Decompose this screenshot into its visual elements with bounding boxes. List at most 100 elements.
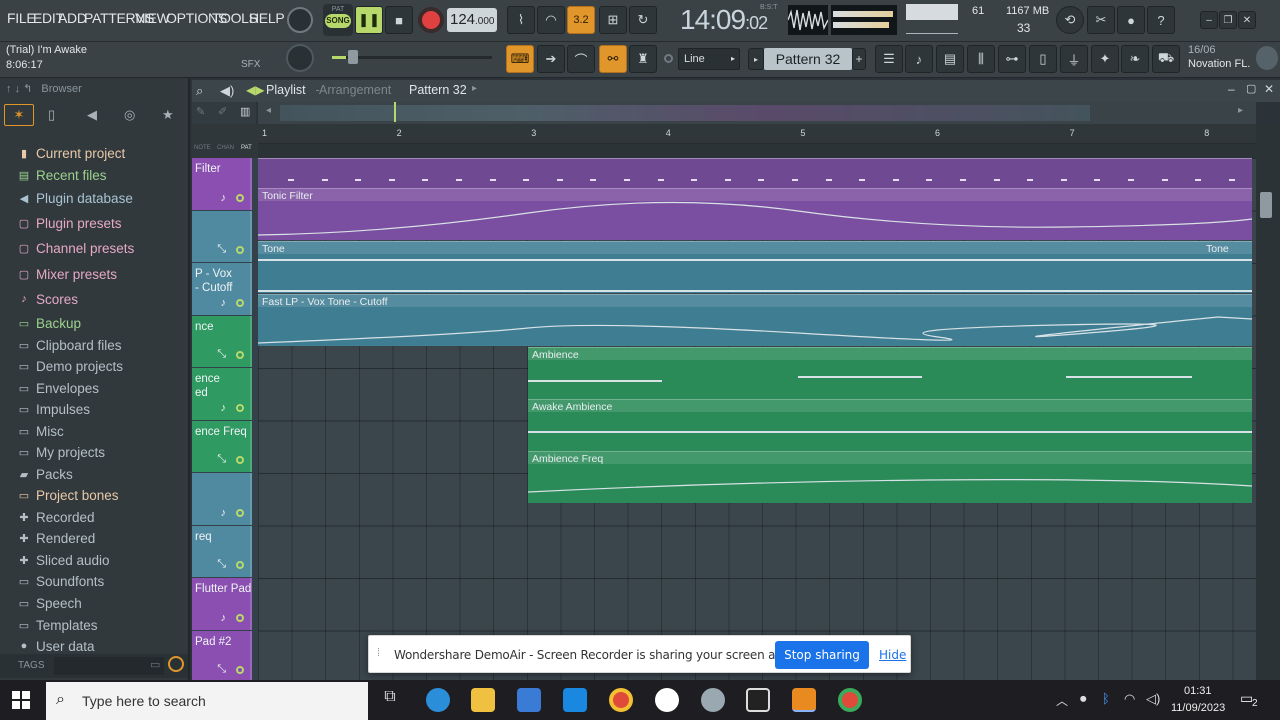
scroll-left-icon[interactable]: ◂ — [266, 105, 278, 121]
browser-item[interactable]: ▢ Channel presets — [18, 238, 135, 258]
zoom-icon[interactable]: ⌕ — [196, 83, 203, 99]
tools-icon[interactable]: ✦ — [1091, 45, 1119, 73]
loop-record-icon[interactable]: ↻ — [629, 6, 657, 34]
cut-icon[interactable]: ✂ — [1087, 6, 1115, 34]
channel-rack-icon[interactable]: ▤ — [936, 45, 964, 73]
browser-item[interactable]: ▭ Clipboard files — [18, 335, 122, 355]
browser-item[interactable]: ▭ Impulses — [18, 399, 90, 419]
browser-item[interactable]: ▭ Demo projects — [18, 356, 123, 376]
plugin-plug-icon[interactable]: ⏚ — [1060, 45, 1088, 73]
browser-item[interactable]: ✚ Sliced audio — [18, 550, 109, 570]
play-pattern-icon[interactable]: ◀▶ — [246, 83, 264, 97]
menu-add[interactable]: ADD — [58, 10, 87, 26]
snap-select[interactable]: Line ▸ — [678, 48, 740, 70]
track-mute-led-icon[interactable] — [236, 613, 244, 622]
stop-button[interactable]: ■ — [385, 6, 413, 34]
browser-tree-icon[interactable]: ⊶ — [998, 45, 1026, 73]
playlist-mode[interactable]: Arrangement — [319, 83, 391, 97]
piano-icon[interactable]: ▥ — [240, 105, 250, 118]
project-file-icon[interactable]: ▯ — [1029, 45, 1057, 73]
minimize-icon[interactable]: – — [1200, 11, 1218, 29]
browser-item[interactable]: ● User data — [18, 636, 95, 656]
pattern-select[interactable]: Pattern 32 — [764, 48, 852, 70]
browser-item[interactable]: ▰ Packs — [18, 464, 73, 484]
pat-tab[interactable]: PAT — [241, 145, 252, 151]
chrome-icon[interactable] — [609, 688, 633, 712]
playlist-pattern[interactable]: Pattern 32 — [409, 83, 467, 97]
track-header[interactable]: ⤡ — [192, 210, 252, 262]
paint-tool-icon[interactable]: ✐ — [218, 105, 227, 118]
restore-icon[interactable]: ❐ — [1219, 11, 1237, 29]
hide-link[interactable]: Hide — [879, 648, 906, 662]
capcut-icon[interactable] — [746, 688, 770, 712]
track-mute-led-icon[interactable] — [236, 456, 244, 464]
browser-item[interactable]: ▮ Current project — [18, 143, 125, 163]
stamp-icon[interactable]: ♜ — [629, 45, 657, 73]
windows-start-icon[interactable] — [12, 691, 30, 709]
track-header[interactable]: P - Vox - Cutoff ♪ — [192, 263, 252, 315]
wait-record-icon[interactable]: ◠ — [537, 6, 565, 34]
bluetooth-icon[interactable]: ᛒ — [1102, 691, 1110, 706]
chrome-profile-icon[interactable] — [838, 688, 862, 712]
store-icon[interactable] — [517, 688, 541, 712]
tray-mic-icon[interactable]: ⏺ — [1080, 691, 1087, 707]
mail-icon[interactable] — [563, 688, 587, 712]
step-edit-icon[interactable]: ⊞ — [599, 6, 627, 34]
playlist-clip[interactable]: Ambience Freq — [528, 451, 1252, 503]
browser-item[interactable]: ▭ Project bones — [18, 485, 119, 505]
curve-icon[interactable]: ⌒ — [567, 45, 595, 73]
note-tab[interactable]: NOTE — [194, 145, 211, 151]
browser-item[interactable]: ▭ Envelopes — [18, 378, 99, 398]
browser-item[interactable]: ✚ Recorded — [18, 507, 94, 527]
tray-chevron-icon[interactable]: ︿ — [1056, 692, 1068, 709]
menu-help[interactable]: HELP — [249, 10, 285, 26]
metronome-icon[interactable]: ⌇ — [507, 6, 535, 34]
search-icon[interactable] — [168, 656, 184, 672]
track-header[interactable]: ence Freq ⤡ — [192, 420, 252, 472]
volume-icon[interactable]: ◁) — [1146, 691, 1160, 707]
playlist-icon[interactable]: ☰ — [875, 45, 903, 73]
speaker-icon[interactable]: ◀) — [220, 83, 234, 99]
close-icon[interactable]: ✕ — [1238, 11, 1256, 29]
scroll-right-icon[interactable]: ▸ — [1238, 105, 1243, 116]
overview-minimap[interactable] — [280, 105, 1090, 121]
track-mute-led-icon[interactable] — [236, 351, 244, 359]
track-mute-led-icon[interactable] — [236, 666, 244, 674]
record-button[interactable] — [418, 7, 444, 33]
openai-icon[interactable] — [655, 688, 679, 712]
pause-button[interactable]: ❚❚ — [355, 6, 383, 34]
help-icon[interactable]: ? — [1147, 6, 1175, 34]
browser-all-tab-icon[interactable]: ✶ — [4, 104, 34, 126]
back-icon[interactable]: ↰ — [23, 83, 32, 95]
playlist-clip[interactable]: Tone — [258, 241, 1202, 293]
task-view-icon[interactable]: ⧉ — [378, 688, 402, 712]
browser-plugins-tab-icon[interactable]: ◀ — [87, 107, 97, 123]
browser-files-tab-icon[interactable]: ▯ — [48, 107, 55, 123]
tags-search-input[interactable] — [54, 657, 164, 675]
track-header[interactable]: req ⤡ — [192, 525, 252, 577]
track-header[interactable]: ♪ — [192, 473, 252, 525]
playlist-close-icon[interactable]: ✕ — [1264, 82, 1274, 96]
track-header[interactable]: Pad #2 ⤡ — [192, 630, 252, 682]
menu-view[interactable]: VIEW — [135, 10, 170, 26]
browser-item[interactable]: ▭ Speech — [18, 593, 82, 613]
playlist-overview[interactable]: ◂ ▸ — [258, 102, 1256, 124]
browser-item[interactable]: ▭ My projects — [18, 442, 105, 462]
playlist-clip[interactable]: Ambience — [528, 347, 1252, 399]
fl-studio-icon[interactable] — [792, 688, 816, 712]
track-header[interactable]: nce ⤡ — [192, 315, 252, 367]
clock-time[interactable]: 01:31 — [1184, 685, 1212, 697]
track-mute-led-icon[interactable] — [236, 508, 244, 517]
browser-item[interactable]: ▤ Recent files — [18, 165, 107, 185]
track-mute-led-icon[interactable] — [236, 561, 244, 569]
pattern-clip[interactable] — [258, 158, 1252, 188]
wifi-icon[interactable]: ◠ — [1124, 691, 1135, 707]
playlist-clip[interactable]: Fast LP - Vox Tone - Cutoff — [258, 294, 1252, 346]
browser-item[interactable]: ▭ Soundfonts — [18, 571, 105, 591]
playlist-minimize-icon[interactable]: – — [1228, 82, 1235, 96]
arrow-up-icon[interactable]: ↑ — [6, 83, 12, 95]
menu-file[interactable]: FILE — [7, 10, 36, 26]
chan-tab[interactable]: CHAN — [217, 145, 234, 151]
link-icon[interactable]: ⚯ — [599, 45, 627, 73]
browser-favorites-tab-icon[interactable]: ★ — [162, 107, 174, 123]
